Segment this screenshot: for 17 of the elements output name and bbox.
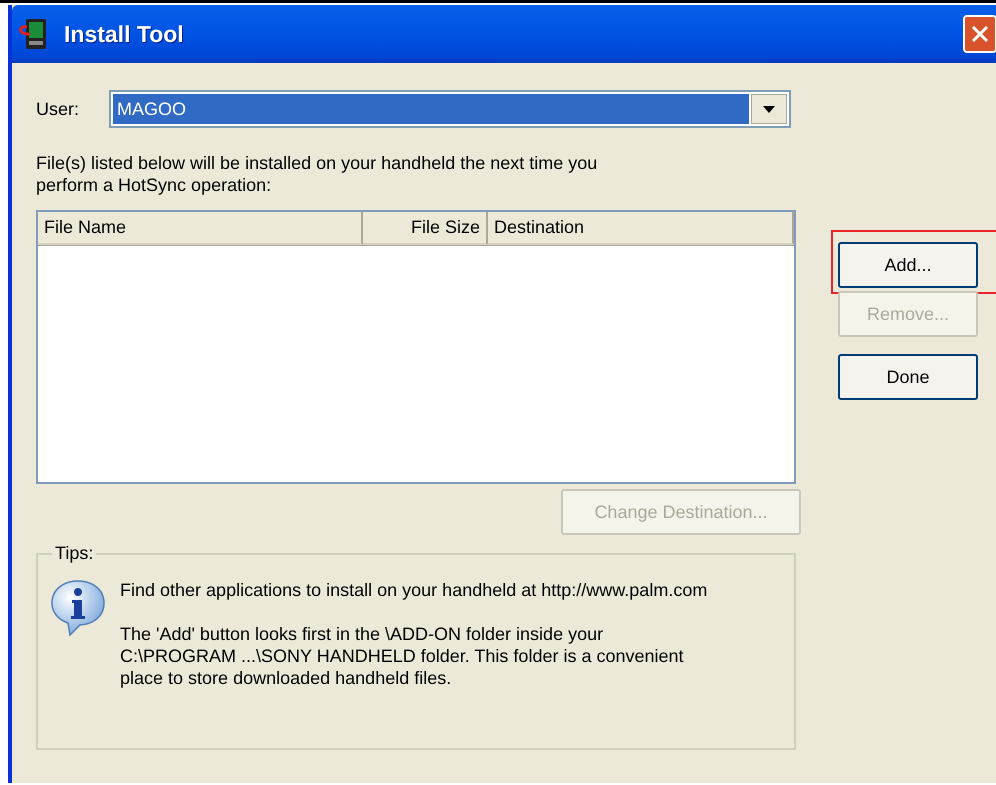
- column-header[interactable]: Destination: [488, 212, 794, 245]
- button[interactable]: Done: [838, 354, 978, 400]
- button[interactable]: Add...: [838, 242, 978, 288]
- info-icon: [50, 579, 106, 637]
- close-button[interactable]: [963, 15, 996, 53]
- column-header[interactable]: File Size: [363, 212, 488, 245]
- user-value: MAGOO: [113, 94, 750, 124]
- file-list[interactable]: File Name File Size Destination: [36, 210, 796, 484]
- user-dropdown[interactable]: MAGOO: [109, 90, 792, 128]
- window-title: Install Tool: [64, 20, 184, 48]
- close-icon: [970, 24, 990, 44]
- instruction-text: File(s) listed below will be installed on your handheld the next time you perform a HotSync operation:: [36, 152, 598, 196]
- tips-label: Tips:: [52, 543, 96, 564]
- tip-text: The 'Add' button looks first in the \ADD-ON folder inside your C:\PROGRAM ...\SONY HANDHELD folder. This folder is a convenient place to store downloaded handheld files.: [120, 623, 685, 689]
- tip-text: Find other applications to install on your handheld at http://www.palm.com: [120, 579, 708, 601]
- user-label: User:: [36, 98, 80, 120]
- column-header[interactable]: File Name: [38, 212, 363, 245]
